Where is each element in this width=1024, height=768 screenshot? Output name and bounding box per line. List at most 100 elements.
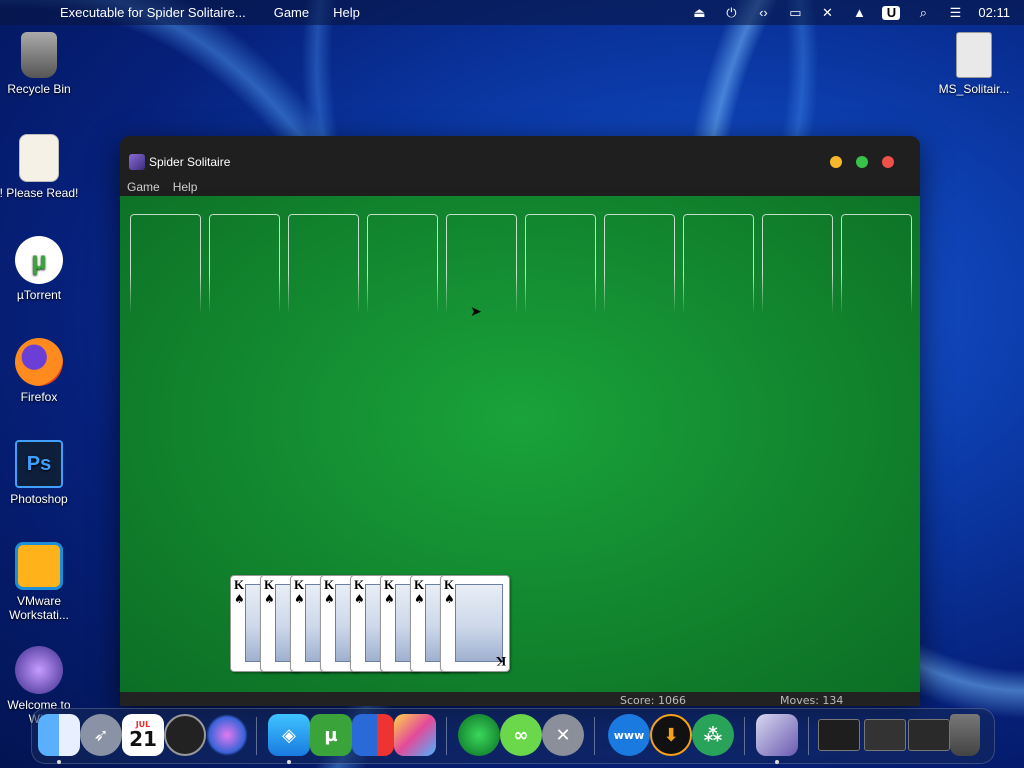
control-center-icon[interactable]: ☰ <box>946 5 964 20</box>
tableau-slot[interactable] <box>130 214 201 314</box>
menu-help[interactable]: Help <box>333 5 360 20</box>
running-indicator <box>287 760 291 764</box>
trash-icon[interactable] <box>950 714 980 756</box>
moves-label: Moves: 134 <box>780 694 844 706</box>
spade-icon: ♠ <box>324 592 335 606</box>
spade-icon: ♠ <box>264 592 275 606</box>
power-icon[interactable]: ⏻ <box>722 5 740 20</box>
calendar-day: 21 <box>129 727 157 751</box>
clock-icon[interactable] <box>164 714 206 756</box>
tableau-slot[interactable] <box>762 214 833 314</box>
desktop-icon-label: Photoshop <box>10 492 68 506</box>
upload-icon[interactable]: ▲ <box>850 5 868 20</box>
utorrent-icon[interactable]: µ <box>310 714 352 756</box>
minimize-button[interactable] <box>830 156 842 168</box>
tableau-slot[interactable] <box>209 214 280 314</box>
card-game-icon[interactable] <box>756 714 798 756</box>
completed-king-card: K ♠ K <box>440 575 510 672</box>
dock: ➶ JUL 21 ◈ µ ∞ ✕ www ⬇ ⁂ <box>31 708 995 764</box>
menu-game[interactable]: Game <box>274 5 309 20</box>
card-rank: K <box>384 577 395 592</box>
launchpad-icon[interactable]: ➶ <box>80 714 122 756</box>
window-title: Spider Solitaire <box>149 155 231 169</box>
mouse-cursor-icon: ➤ <box>470 304 482 320</box>
desktop-icon-label: µTorrent <box>16 288 62 302</box>
menu-extras: ⏏ ⏻ ‹› ▭ ✕ ▲ U ⌕ ☰ 02:11 <box>690 0 1024 25</box>
desktop-icon-label: ! Please Read! <box>0 186 79 200</box>
calendar-icon[interactable]: JUL 21 <box>122 714 164 756</box>
tableau-slot[interactable] <box>604 214 675 314</box>
desktop-icon-label: VMware Workstati... <box>9 594 69 622</box>
apple-icon <box>15 646 63 694</box>
u-icon[interactable]: U <box>882 5 901 20</box>
menu-bar: Executable for Spider Solitaire... Game … <box>0 0 1024 25</box>
search-icon[interactable]: ⌕ <box>914 5 932 20</box>
tableau-slot[interactable] <box>683 214 754 314</box>
link-icon[interactable]: ∞ <box>500 714 542 756</box>
spade-icon: ♠ <box>234 592 245 606</box>
dock-separator <box>446 717 447 755</box>
desktop-icon-photoshop[interactable]: Ps Photoshop <box>0 440 81 506</box>
card-rank: K <box>294 577 305 592</box>
tools-icon[interactable]: ✕ <box>542 714 584 756</box>
spade-icon: ♠ <box>294 592 305 606</box>
close-button[interactable] <box>882 156 894 168</box>
dots-icon[interactable]: ⁂ <box>692 714 734 756</box>
mute-icon[interactable]: ✕ <box>818 5 836 20</box>
app-name-menu[interactable]: Executable for Spider Solitaire... <box>60 5 246 20</box>
photoshop-icon: Ps <box>15 440 63 488</box>
card-rank: K <box>354 577 365 592</box>
window-menu-help[interactable]: Help <box>173 180 198 194</box>
status-bar: Score: 1066 Moves: 134 <box>120 692 920 706</box>
zoom-button[interactable] <box>856 156 868 168</box>
preview-icon[interactable] <box>394 714 436 756</box>
collabsysos-icon[interactable] <box>458 714 500 756</box>
finder-icon[interactable] <box>38 714 80 756</box>
card-rank: K <box>444 577 455 592</box>
tableau-slot[interactable] <box>525 214 596 314</box>
desktop-icon-utorrent[interactable]: µ µTorrent <box>0 236 81 302</box>
notepad-icon <box>19 134 59 182</box>
file-icon <box>956 32 992 78</box>
window-thumb-icon[interactable] <box>864 719 906 751</box>
spade-icon: ♠ <box>444 592 455 606</box>
window-titlebar[interactable]: Spider Solitaire <box>120 136 920 186</box>
terminal-thumb-icon[interactable] <box>818 719 860 751</box>
desktop-icon-firefox[interactable]: Firefox <box>0 338 81 404</box>
spade-icon: ♠ <box>384 592 395 606</box>
dock-separator <box>594 717 595 755</box>
window-thumb2-icon[interactable] <box>908 719 950 751</box>
safari-icon[interactable]: ◈ <box>268 714 310 756</box>
desktop-icon-please-read[interactable]: ! Please Read! <box>0 134 81 200</box>
code-icon[interactable]: ‹› <box>754 5 772 20</box>
eject-icon[interactable]: ⏏ <box>690 5 708 20</box>
spider-solitaire-window: Spider Solitaire Game Help K ♠ K ♠ K ♠ K <box>120 136 920 706</box>
tableau-slot[interactable] <box>288 214 359 314</box>
utorrent-icon: µ <box>15 236 63 284</box>
spade-icon: ♠ <box>354 592 365 606</box>
dock-separator <box>808 717 809 755</box>
download-icon[interactable]: ⬇ <box>650 714 692 756</box>
desktop-icon-label: MS_Solitair... <box>938 82 1010 96</box>
dock-separator <box>744 717 745 755</box>
desktop-icon-recycle-bin[interactable]: Recycle Bin <box>0 32 81 96</box>
window-menu-game[interactable]: Game <box>127 180 160 194</box>
desktop-icon-vmware[interactable]: VMware Workstati... <box>0 542 81 622</box>
clock[interactable]: 02:11 <box>978 5 1010 20</box>
score-label: Score: 1066 <box>620 694 687 706</box>
running-indicator <box>57 760 61 764</box>
window-menu: Game Help <box>127 180 197 194</box>
tableau-slot[interactable] <box>446 214 517 314</box>
card-rank-bottom: K <box>495 654 506 669</box>
card-rank: K <box>414 577 425 592</box>
display-icon[interactable]: ▭ <box>786 5 804 20</box>
tableau-slot[interactable] <box>367 214 438 314</box>
siri-icon[interactable] <box>206 714 248 756</box>
dock-separator <box>256 717 257 755</box>
running-indicator <box>775 760 779 764</box>
desktop-icon-ms-solitaire[interactable]: MS_Solitair... <box>932 32 1016 96</box>
www-icon[interactable]: www <box>608 714 650 756</box>
parallels-icon[interactable] <box>352 714 394 756</box>
vmware-icon <box>15 542 63 590</box>
tableau-slot[interactable] <box>841 214 912 314</box>
